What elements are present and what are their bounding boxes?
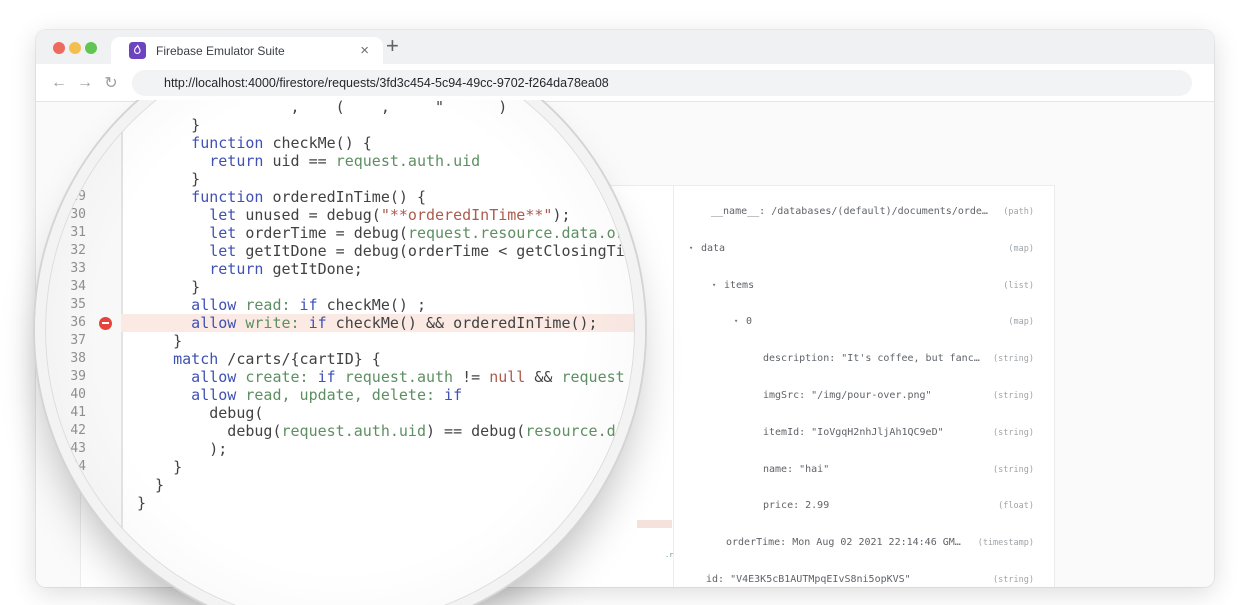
inspector-field-type: (string): [993, 465, 1034, 475]
reload-icon[interactable]: ↻: [98, 73, 124, 93]
inspector-row: imgSrc: "/img/pour-over.png" (string): [674, 389, 1054, 403]
expand-marker-icon[interactable]: ▾: [689, 244, 693, 252]
inspector-row[interactable]: ▾ items (list): [674, 279, 1054, 293]
browser-window: Firebase Emulator Suite × + ← → ↻ http:/…: [36, 30, 1214, 587]
inspector-field-type: (path): [1003, 207, 1034, 217]
inspector-row: description: "It's coffee, but fanc… (str…: [674, 352, 1054, 366]
tab-close-icon[interactable]: ×: [360, 43, 369, 58]
firebase-favicon-icon: [129, 42, 146, 59]
inspector-field-type: (string): [993, 391, 1034, 401]
inspector-field-text: orderTime: Mon Aug 02 2021 22:14:46 GM…: [726, 537, 961, 548]
back-icon[interactable]: ←: [46, 74, 72, 92]
inspector-field-text: itemId: "IoVgqH2nhJljAh1QC9eD": [763, 427, 944, 438]
inspector-field-text: data: [701, 243, 725, 254]
inspector-row: id: "V4E3K5cB1AUTMpqEIvS8ni5opKVS" (strin…: [674, 573, 1054, 587]
inspector-row: orderTime: Mon Aug 02 2021 22:14:46 GM… (…: [674, 536, 1054, 550]
new-tab-button[interactable]: +: [386, 33, 399, 59]
expand-marker-icon[interactable]: ▾: [712, 281, 716, 289]
inspector-field-text: name: "hai": [763, 464, 829, 475]
inspector-field-text: __name__: /databases/(default)/documents…: [711, 206, 988, 217]
inspector-field-text: price: 2.99: [763, 500, 829, 511]
inspector-field-text: description: "It's coffee, but fanc…: [763, 353, 980, 364]
inspector-field-text: items: [724, 280, 754, 291]
traffic-light-close[interactable]: [53, 42, 65, 54]
url-text: http://localhost:4000/firestore/requests…: [164, 76, 609, 90]
inspector-row: __name__: /databases/(default)/documents…: [674, 205, 1054, 219]
inspector-field-text: imgSrc: "/img/pour-over.png": [763, 390, 932, 401]
bg-gutter-number: 11: [93, 217, 101, 225]
inspector-row: name: "hai" (string): [674, 463, 1054, 477]
inspector-row[interactable]: ▾ data (map): [674, 242, 1054, 256]
expand-marker-icon[interactable]: ▾: [734, 317, 738, 325]
browser-tab[interactable]: Firebase Emulator Suite ×: [111, 37, 383, 64]
inspector-field-type: (string): [993, 354, 1034, 364]
rules-code-panel[interactable]: 11 1 ngTi .resourc: [80, 185, 674, 587]
inspector-field-type: (map): [1008, 244, 1034, 254]
inspector-row: itemId: "IoVgqH2nhJljAh1QC9eD" (string): [674, 426, 1054, 440]
inspector-field-type: (string): [993, 575, 1034, 585]
screenshot-stage: Firebase Emulator Suite × + ← → ↻ http:/…: [0, 0, 1238, 605]
traffic-light-minimize[interactable]: [69, 42, 81, 54]
bg-gutter-number: 1: [96, 230, 100, 238]
request-data-card: __name__: /databases/(default)/documents…: [673, 185, 1055, 587]
address-bar[interactable]: http://localhost:4000/firestore/requests…: [132, 70, 1192, 96]
browser-toolbar: ← → ↻ http://localhost:4000/firestore/re…: [36, 64, 1214, 101]
inspector-field-type: (string): [993, 428, 1034, 438]
inspector-row[interactable]: ▾ 0 (map): [674, 315, 1054, 329]
browser-tab-bar: Firebase Emulator Suite × +: [36, 30, 1214, 64]
inspector-field-type: (map): [1008, 317, 1034, 327]
inspector-field-type: (float): [998, 501, 1034, 511]
inspector-field-type: (timestamp): [978, 538, 1034, 548]
inspector-field-text: 0: [746, 316, 752, 327]
inspector-row: price: 2.99 (float): [674, 499, 1054, 513]
emulator-page: 11 1 ngTi .resourc 46 47 __name__: /data…: [36, 101, 1214, 587]
tab-title: Firebase Emulator Suite: [156, 44, 285, 58]
bg-highlight-band: [637, 520, 672, 528]
traffic-light-zoom[interactable]: [85, 42, 97, 54]
inspector-field-text: id: "V4E3K5cB1AUTMpqEIvS8ni5opKVS": [706, 574, 911, 585]
forward-icon[interactable]: →: [72, 74, 98, 92]
inspector-field-type: (list): [1003, 281, 1034, 291]
